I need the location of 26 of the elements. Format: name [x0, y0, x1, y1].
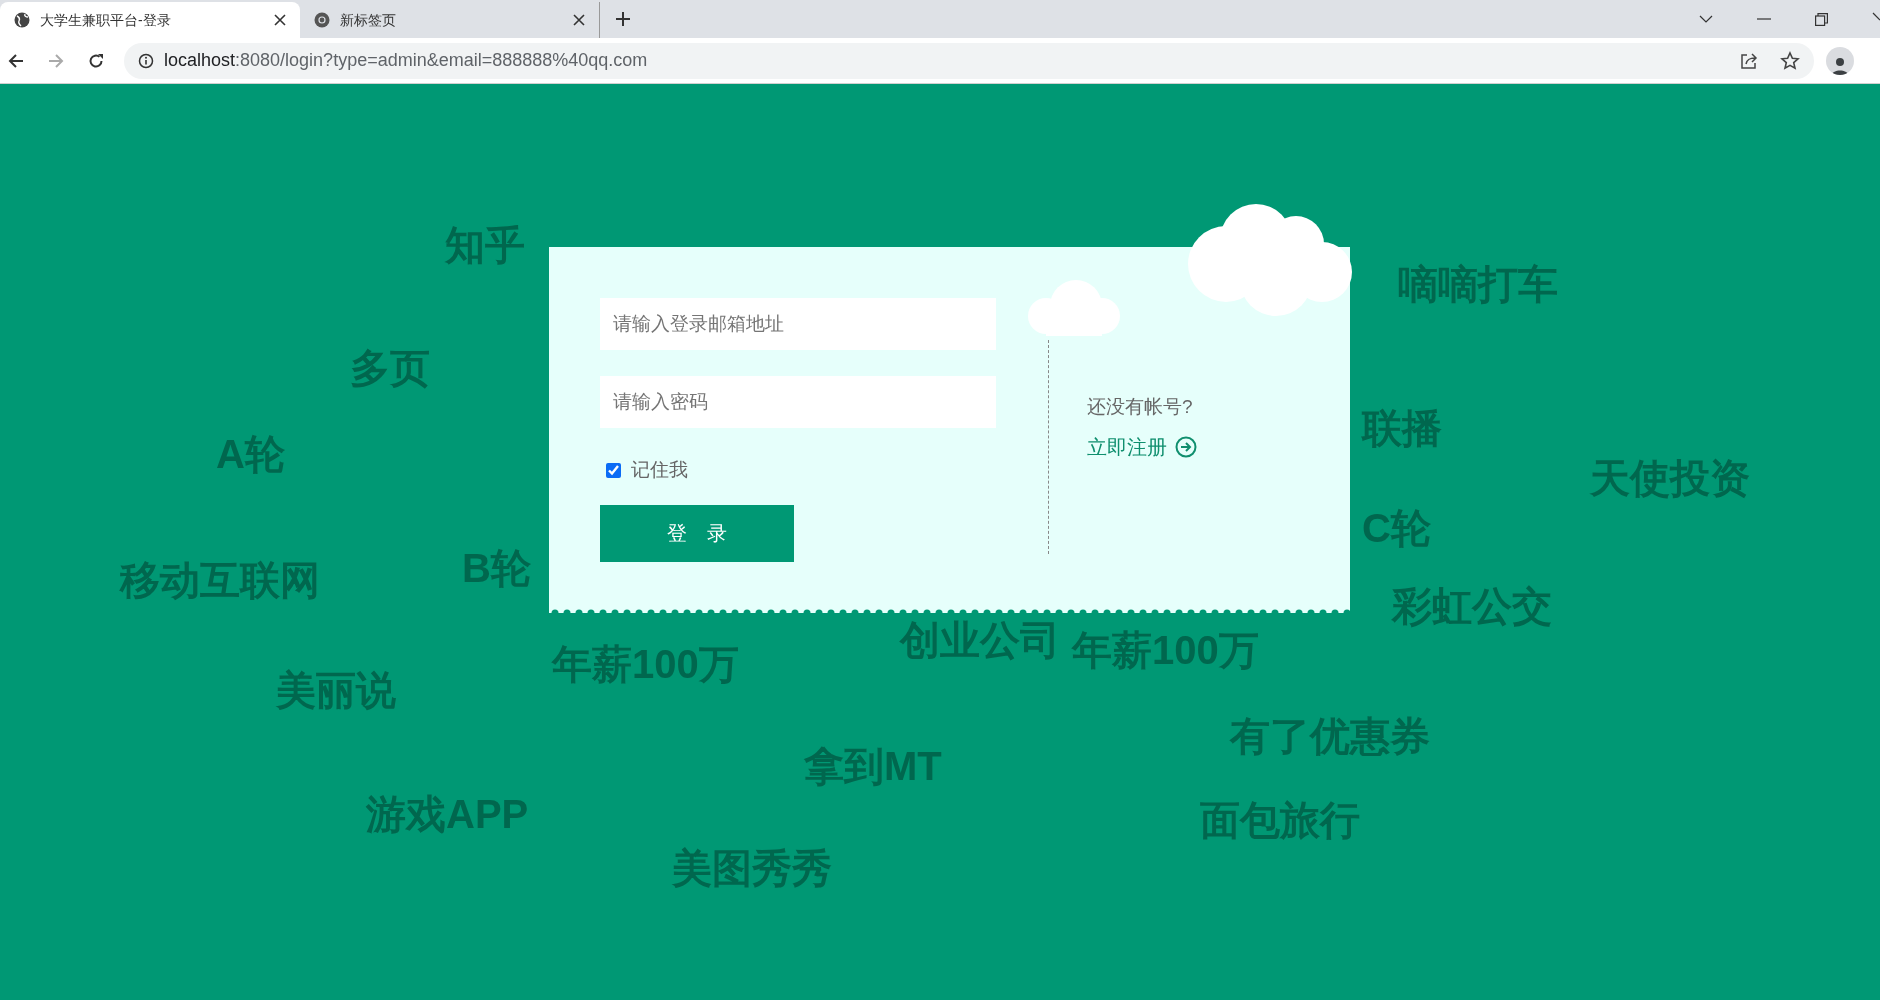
close-icon[interactable]: [274, 14, 286, 26]
register-prompt: 还没有帐号?: [1087, 395, 1194, 419]
browser-tab[interactable]: 大学生兼职平台-登录: [0, 2, 300, 38]
login-button[interactable]: 登 录: [600, 504, 794, 562]
restore-icon[interactable]: [1815, 12, 1828, 26]
share-icon[interactable]: [1740, 51, 1758, 70]
remember-label: 记住我: [631, 458, 688, 482]
email-field[interactable]: 请输入登录邮箱地址: [600, 298, 996, 350]
close-icon[interactable]: [573, 14, 585, 26]
remember-checkbox[interactable]: [606, 462, 621, 478]
back-icon[interactable]: [8, 52, 24, 69]
arrow-circle-icon: [1175, 435, 1197, 458]
profile-avatar[interactable]: [1826, 46, 1854, 75]
tab-title: 新标签页: [340, 10, 397, 30]
globe-icon: [14, 12, 30, 28]
chevron-down-icon[interactable]: [1699, 15, 1713, 23]
chrome-icon: [314, 12, 330, 28]
star-icon[interactable]: [1780, 50, 1800, 71]
plus-icon: [615, 11, 631, 27]
reload-icon[interactable]: [88, 52, 104, 69]
info-icon: [138, 52, 154, 69]
url-text: localhost:8080/login?type=admin&email=888888%40qq.com: [164, 49, 648, 72]
register-link[interactable]: 立即注册: [1087, 431, 1197, 462]
tab-title: 大学生兼职平台-登录: [40, 10, 172, 30]
password-field[interactable]: 请输入密码: [600, 376, 996, 428]
address-bar[interactable]: localhost:8080/login?type=admin&email=888888%40qq.com: [124, 42, 1814, 79]
